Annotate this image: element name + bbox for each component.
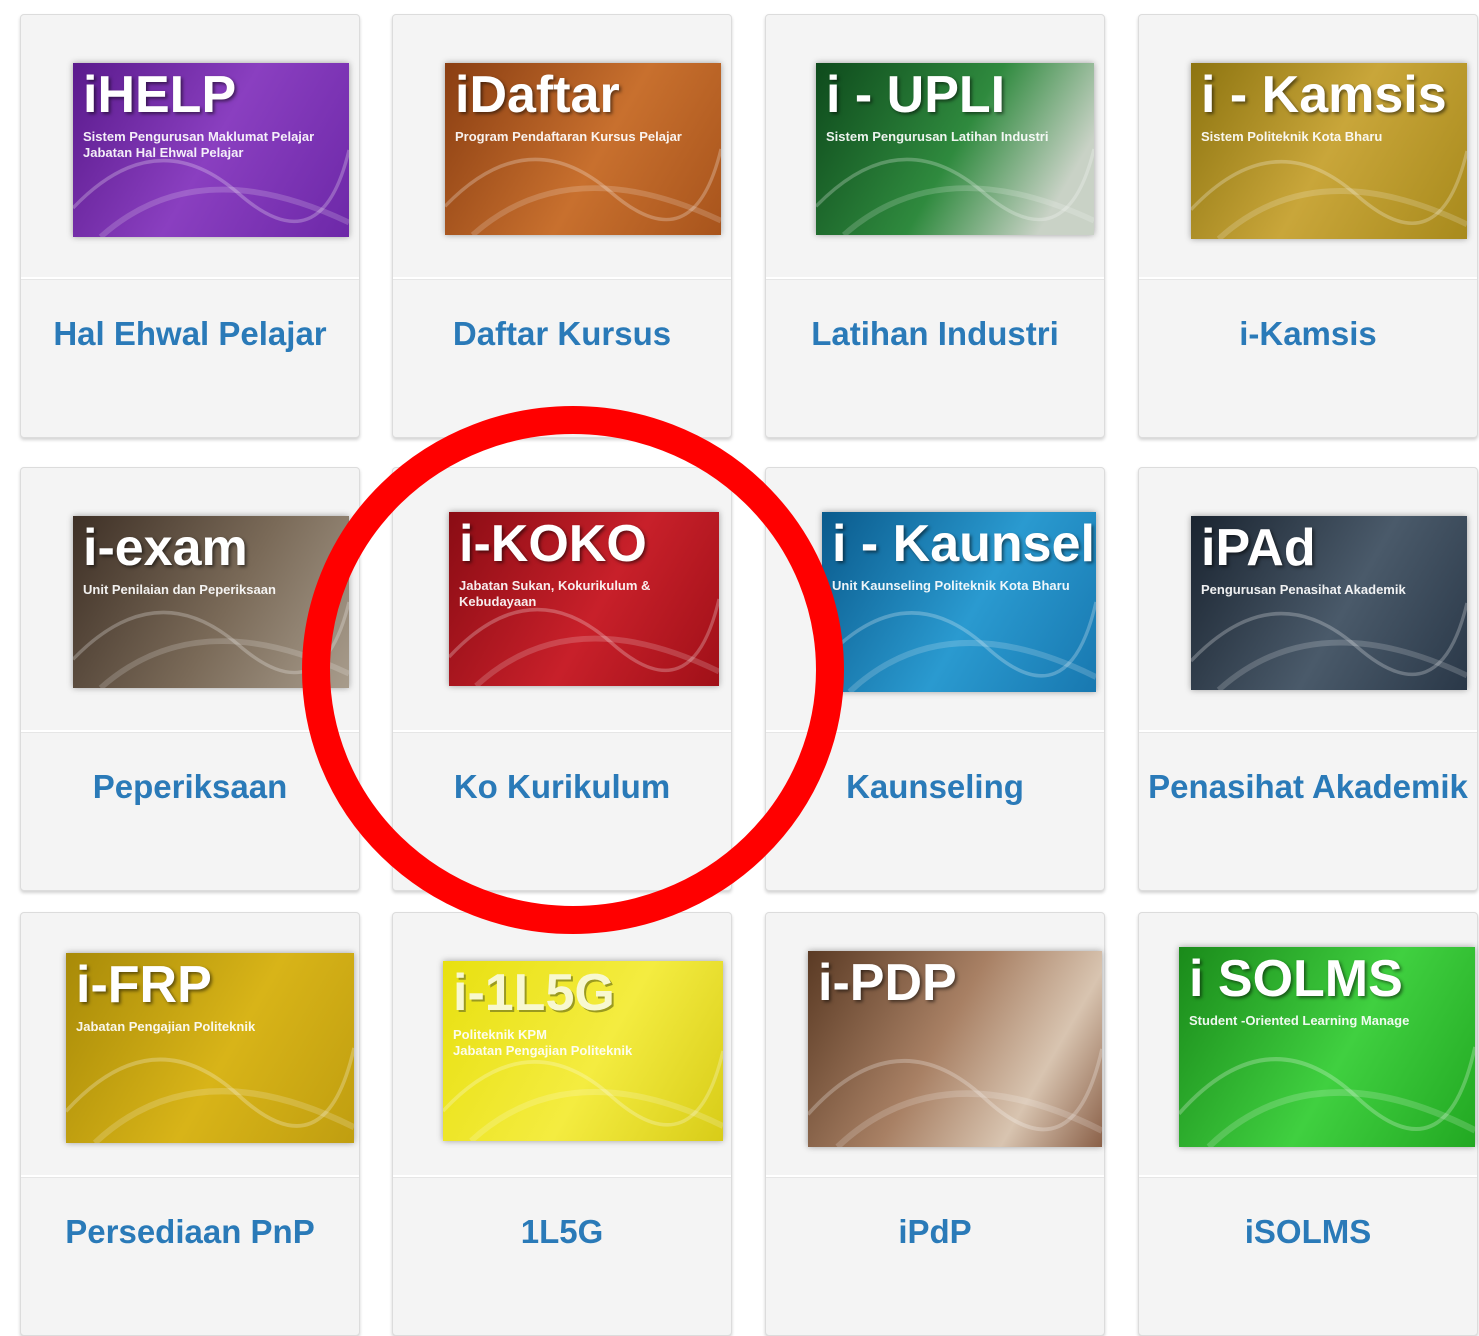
- tile-label-link[interactable]: Latihan Industri: [766, 315, 1104, 353]
- app-banner-image[interactable]: i - Kaunselor Unit Kaunseling Politeknik …: [822, 512, 1096, 692]
- app-banner-image[interactable]: i - UPLI Sistem Pengurusan Latihan Indust…: [816, 63, 1094, 235]
- tile-divider: [21, 730, 359, 733]
- tile-divider: [1139, 730, 1477, 733]
- banner-logo-text: i-PDP: [818, 954, 957, 1012]
- app-tile[interactable]: i - Kamsis Sistem Politeknik Kota Bharu i-…: [1138, 14, 1478, 438]
- banner-subtitle: Jabatan Sukan, Kokurikulum & Kebudayaan: [459, 578, 651, 610]
- banner-logo-text: iHELP: [83, 66, 237, 124]
- app-banner-image[interactable]: i-PDP: [808, 951, 1102, 1147]
- tile-image-area: i-PDP: [766, 913, 1104, 1175]
- tile-divider: [21, 1175, 359, 1178]
- tile-divider: [766, 1175, 1104, 1178]
- app-banner-image[interactable]: i SOLMS Student -Oriented Learning Manage: [1179, 947, 1475, 1147]
- app-tile[interactable]: i SOLMS Student -Oriented Learning Manage…: [1138, 912, 1478, 1336]
- app-tile[interactable]: i-PDP iPdP: [765, 912, 1105, 1336]
- tile-label-link[interactable]: Ko Kurikulum: [393, 768, 731, 806]
- tile-image-area: i-1L5G Politeknik KPM Jabatan Pengajian P…: [393, 913, 731, 1175]
- banner-subtitle: Student -Oriented Learning Manage: [1189, 1013, 1410, 1028]
- tile-label-link[interactable]: Penasihat Akademik: [1139, 768, 1477, 806]
- banner-logo-text: i-KOKO: [459, 515, 647, 573]
- tile-label-link[interactable]: Peperiksaan: [21, 768, 359, 806]
- tile-label-link[interactable]: Kaunseling: [766, 768, 1104, 806]
- tile-label-link[interactable]: iSOLMS: [1139, 1213, 1477, 1251]
- tile-label-link[interactable]: i-Kamsis: [1139, 315, 1477, 353]
- banner-logo-text: i-exam: [83, 519, 248, 577]
- app-banner-image[interactable]: iHELP Sistem Pengurusan Maklumat Pelajar …: [73, 63, 349, 237]
- app-tile[interactable]: iPAd Pengurusan Penasihat Akademik Penasih…: [1138, 467, 1478, 891]
- tile-image-area: iDaftar Program Pendaftaran Kursus Pelaja…: [393, 15, 731, 277]
- app-tile[interactable]: iHELP Sistem Pengurusan Maklumat Pelajar …: [20, 14, 360, 438]
- tile-image-area: i - Kamsis Sistem Politeknik Kota Bharu: [1139, 15, 1477, 277]
- tile-label-link[interactable]: 1L5G: [393, 1213, 731, 1251]
- tile-divider: [393, 730, 731, 733]
- tile-image-area: i - Kaunselor Unit Kaunseling Politeknik …: [766, 468, 1104, 730]
- banner-logo-text: i - UPLI: [826, 66, 1006, 124]
- tile-image-area: iPAd Pengurusan Penasihat Akademik: [1139, 468, 1477, 730]
- app-banner-image[interactable]: i-1L5G Politeknik KPM Jabatan Pengajian P…: [443, 961, 723, 1141]
- app-banner-image[interactable]: i - Kamsis Sistem Politeknik Kota Bharu: [1191, 63, 1467, 239]
- tile-label-link[interactable]: Daftar Kursus: [393, 315, 731, 353]
- banner-subtitle: Politeknik KPM Jabatan Pengajian Politek…: [453, 1027, 633, 1059]
- banner-logo-text: iDaftar: [455, 66, 620, 124]
- banner-logo-text: i-1L5G: [453, 964, 615, 1022]
- tile-label-link[interactable]: Hal Ehwal Pelajar: [21, 315, 359, 353]
- tile-image-area: i-KOKO Jabatan Sukan, Kokurikulum & Kebud…: [393, 468, 731, 730]
- tile-label-link[interactable]: iPdP: [766, 1213, 1104, 1251]
- app-tile[interactable]: i-KOKO Jabatan Sukan, Kokurikulum & Kebud…: [392, 467, 732, 891]
- tile-divider: [766, 730, 1104, 733]
- banner-subtitle: Sistem Pengurusan Latihan Industri: [826, 129, 1049, 144]
- tile-divider: [766, 277, 1104, 280]
- app-banner-image[interactable]: iPAd Pengurusan Penasihat Akademik: [1191, 516, 1467, 690]
- banner-subtitle: Unit Penilaian dan Peperiksaan: [83, 582, 276, 597]
- app-tile[interactable]: iDaftar Program Pendaftaran Kursus Pelaja…: [392, 14, 732, 438]
- tile-image-area: i - UPLI Sistem Pengurusan Latihan Indust…: [766, 15, 1104, 277]
- banner-subtitle: Jabatan Pengajian Politeknik: [76, 1019, 256, 1034]
- app-tile[interactable]: i - Kaunselor Unit Kaunseling Politeknik …: [765, 467, 1105, 891]
- banner-subtitle: Pengurusan Penasihat Akademik: [1201, 582, 1406, 597]
- banner-subtitle: Program Pendaftaran Kursus Pelajar: [455, 129, 682, 144]
- banner-logo-text: i SOLMS: [1189, 950, 1403, 1008]
- tile-divider: [393, 1175, 731, 1178]
- tile-label-link[interactable]: Persediaan PnP: [21, 1213, 359, 1251]
- app-banner-image[interactable]: i-exam Unit Penilaian dan Peperiksaan: [73, 516, 349, 688]
- banner-logo-text: iPAd: [1201, 519, 1316, 577]
- tile-image-area: i SOLMS Student -Oriented Learning Manage: [1139, 913, 1477, 1175]
- app-tile[interactable]: i-exam Unit Penilaian dan Peperiksaan Pepe…: [20, 467, 360, 891]
- app-banner-image[interactable]: i-FRP Jabatan Pengajian Politeknik: [66, 953, 354, 1143]
- tile-divider: [1139, 277, 1477, 280]
- tile-divider: [1139, 1175, 1477, 1178]
- banner-logo-text: i - Kaunselor: [832, 515, 1096, 573]
- banner-subtitle: Sistem Politeknik Kota Bharu: [1201, 129, 1383, 144]
- banner-subtitle: Sistem Pengurusan Maklumat Pelajar Jabat…: [83, 129, 315, 161]
- app-tile[interactable]: i - UPLI Sistem Pengurusan Latihan Indust…: [765, 14, 1105, 438]
- tile-image-area: iHELP Sistem Pengurusan Maklumat Pelajar …: [21, 15, 359, 277]
- tile-image-area: i-exam Unit Penilaian dan Peperiksaan: [21, 468, 359, 730]
- tile-image-area: i-FRP Jabatan Pengajian Politeknik: [21, 913, 359, 1175]
- banner-logo-text: i-FRP: [76, 956, 212, 1014]
- app-tile[interactable]: i-FRP Jabatan Pengajian Politeknik Persedi…: [20, 912, 360, 1336]
- app-banner-image[interactable]: i-KOKO Jabatan Sukan, Kokurikulum & Kebud…: [449, 512, 719, 686]
- tile-divider: [21, 277, 359, 280]
- banner-logo-text: i - Kamsis: [1201, 66, 1447, 124]
- banner-subtitle: Unit Kaunseling Politeknik Kota Bharu: [832, 578, 1070, 593]
- app-tile[interactable]: i-1L5G Politeknik KPM Jabatan Pengajian P…: [392, 912, 732, 1336]
- app-banner-image[interactable]: iDaftar Program Pendaftaran Kursus Pelaja…: [445, 63, 721, 235]
- tile-divider: [393, 277, 731, 280]
